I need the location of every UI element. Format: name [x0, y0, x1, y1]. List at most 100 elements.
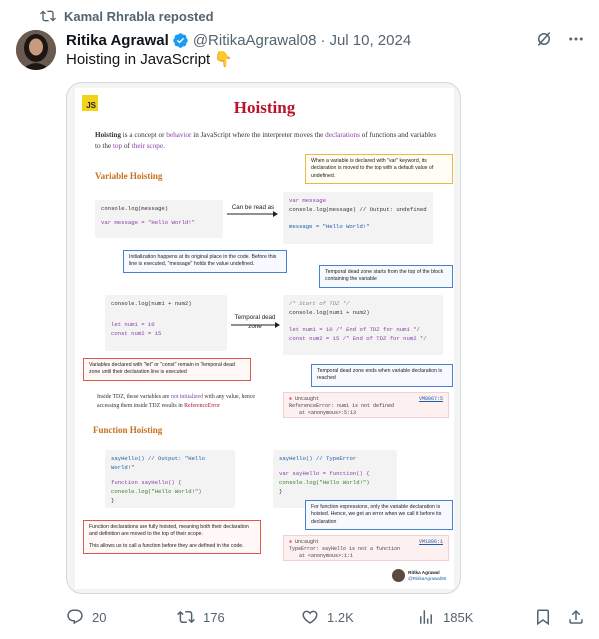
code-line: console.log(message) // Output: undefine…	[289, 206, 427, 213]
author-badge: Ritika Agrawal @RitikaAgrawal08	[392, 569, 446, 582]
post-date[interactable]: Jul 10, 2024	[329, 32, 411, 49]
tdz-not-initialized: not initialized	[170, 394, 203, 400]
reply-icon	[67, 609, 83, 625]
views-count: 185K	[443, 609, 474, 625]
share-icon	[569, 609, 583, 624]
intro-top: top	[112, 142, 123, 150]
grok-icon[interactable]	[535, 30, 553, 48]
tdz-start-note: Temporal dead zone starts from the top o…	[319, 265, 453, 288]
heart-icon	[302, 610, 318, 624]
verified-badge-icon	[173, 32, 188, 48]
code-line: let num1 = 10	[111, 321, 155, 328]
error-icon: ⊗	[289, 396, 293, 402]
repost-indicator[interactable]: Kamal Rhrabla reposted	[40, 8, 214, 24]
intro-text: is a concept or	[120, 131, 167, 139]
code-line: console.log(message)	[101, 205, 169, 212]
code-line: var sayHello = function() {	[279, 470, 370, 477]
badge-avatar	[392, 569, 406, 582]
bookmark-button[interactable]	[534, 608, 552, 626]
code-line: /* Start of TDZ */	[289, 300, 350, 307]
function-hoisting-title: Function Hoisting	[93, 425, 163, 435]
func-code-left: sayHello() // Output: "Hello World!" fun…	[105, 450, 235, 508]
error-line: Uncaught	[295, 539, 320, 545]
intro-text: .	[163, 142, 165, 150]
tweet-text: Hoisting in JavaScript 👇	[66, 51, 234, 68]
code-line: const num2 = 15	[111, 330, 162, 337]
tweet-header: Ritika Agrawal @RitikaAgrawal08 · Jul 10…	[66, 30, 411, 50]
var-declaration-note: When a variable is declared with "var" k…	[305, 154, 453, 185]
error-icon: ⊗	[289, 539, 293, 545]
more-options-icon[interactable]	[567, 30, 585, 48]
bookmark-icon	[537, 609, 549, 626]
tweet-top-actions	[535, 30, 585, 48]
tdz-explanation: Inside TDZ, these variables are not init…	[97, 393, 277, 411]
intro-behavior: behavior	[166, 131, 192, 139]
error-line: TypeError: sayHello is not a function	[289, 546, 401, 552]
views-button[interactable]: 185K	[417, 608, 473, 626]
author-handle[interactable]: @RitikaAgrawal08	[193, 32, 317, 49]
infographic-sheet: JS Hoisting Hoisting is a concept or beh…	[75, 88, 454, 589]
avatar-photo	[16, 30, 56, 70]
var-code-right: var message console.log(message) // Outp…	[283, 192, 433, 244]
avatar[interactable]	[16, 30, 56, 70]
error-source-link: VM8067:5	[418, 396, 443, 402]
code-line: sayHello() // Output: "Hello World!"	[111, 455, 205, 471]
intro-declarations: declarations	[325, 131, 360, 139]
error-source-link: VM1806:1	[418, 539, 443, 545]
note-text: Function declarations are fully hoisted,…	[89, 524, 249, 538]
repost-button[interactable]: 176	[177, 608, 225, 626]
code-line: var message	[289, 197, 326, 204]
repost-icon	[40, 10, 56, 22]
function-declaration-note: Function declarations are fully hoisted,…	[83, 520, 261, 555]
tdz-let-const-note: Variables declared with "let" or "const"…	[83, 358, 251, 381]
arrow-right-icon	[227, 211, 278, 217]
function-expression-note: For function expressions, only the varia…	[305, 500, 453, 531]
code-line: var message = "Hello World!"	[101, 219, 195, 226]
separator-dot: ·	[320, 31, 326, 49]
tweet-action-bar: 20 176 1.2K 185K	[66, 606, 584, 628]
code-line: console.log(num1 + num2)	[289, 309, 370, 316]
var-code-left: console.log(message) var message = "Hell…	[95, 200, 223, 238]
intro-term: Hoisting	[95, 131, 121, 139]
tweet-media-image[interactable]: JS Hoisting Hoisting is a concept or beh…	[66, 82, 461, 594]
intro-scope: their scope	[131, 142, 164, 150]
code-line: console.log("Hello World!")	[111, 488, 202, 495]
tdz-console-error: ⊗ Uncaught ReferenceError: num1 is not d…	[283, 392, 449, 418]
repost-count: 176	[203, 609, 225, 625]
intro-paragraph: Hoisting is a concept or behavior in Jav…	[95, 130, 440, 152]
author-name[interactable]: Ritika Agrawal	[66, 32, 169, 49]
repost-text: Kamal Rhrabla reposted	[64, 8, 214, 24]
func-console-error: ⊗ Uncaught TypeError: sayHello is not a …	[283, 535, 449, 561]
code-line: const num2 = 15 /* End of TDZ for num2 *…	[289, 335, 427, 342]
code-line: let num1 = 10 /* End of TDZ for num1 */	[289, 326, 420, 333]
error-line: ReferenceError: num1 is not defined	[289, 403, 395, 409]
code-line: message = "Hello World!"	[289, 223, 370, 230]
note-text: This allows us to call a function before…	[89, 542, 244, 549]
code-line: console.log("Hello World!")	[279, 479, 370, 486]
tdz-text: Inside TDZ, these variables are	[97, 394, 171, 400]
code-line: }	[279, 488, 283, 495]
code-line: function sayHello() {	[111, 479, 182, 486]
tdz-reference-error: ReferenceError	[184, 403, 220, 409]
badge-handle: @RitikaAgrawal08	[408, 575, 446, 581]
error-line: at <anonymous>:5:13	[299, 410, 357, 416]
error-line: at <anonymous>:1:1	[299, 553, 354, 559]
views-chart-icon	[420, 610, 432, 624]
tdz-code-right: /* Start of TDZ */ console.log(num1 + nu…	[283, 295, 443, 355]
code-line: }	[111, 497, 115, 504]
var-initialization-note: Initialization happens at its original p…	[123, 250, 287, 273]
repost-icon	[177, 610, 195, 624]
code-line: console.log(num1 + num2)	[111, 300, 192, 307]
tdz-end-note: Temporal dead zone ends when variable de…	[311, 364, 453, 387]
reply-count: 20	[92, 609, 107, 625]
like-count: 1.2K	[327, 609, 354, 625]
like-button[interactable]: 1.2K	[301, 608, 354, 626]
error-line: Uncaught	[295, 396, 320, 402]
share-button[interactable]	[567, 608, 585, 626]
infographic-title: Hoisting	[233, 98, 296, 117]
reply-button[interactable]: 20	[66, 608, 106, 626]
intro-text: in JavaScript where the interpreter move…	[191, 131, 326, 139]
intro-text: of	[122, 142, 132, 150]
tdz-code-left: console.log(num1 + num2) let num1 = 10 c…	[105, 295, 227, 351]
code-line: sayHello() // TypeError	[279, 455, 357, 462]
